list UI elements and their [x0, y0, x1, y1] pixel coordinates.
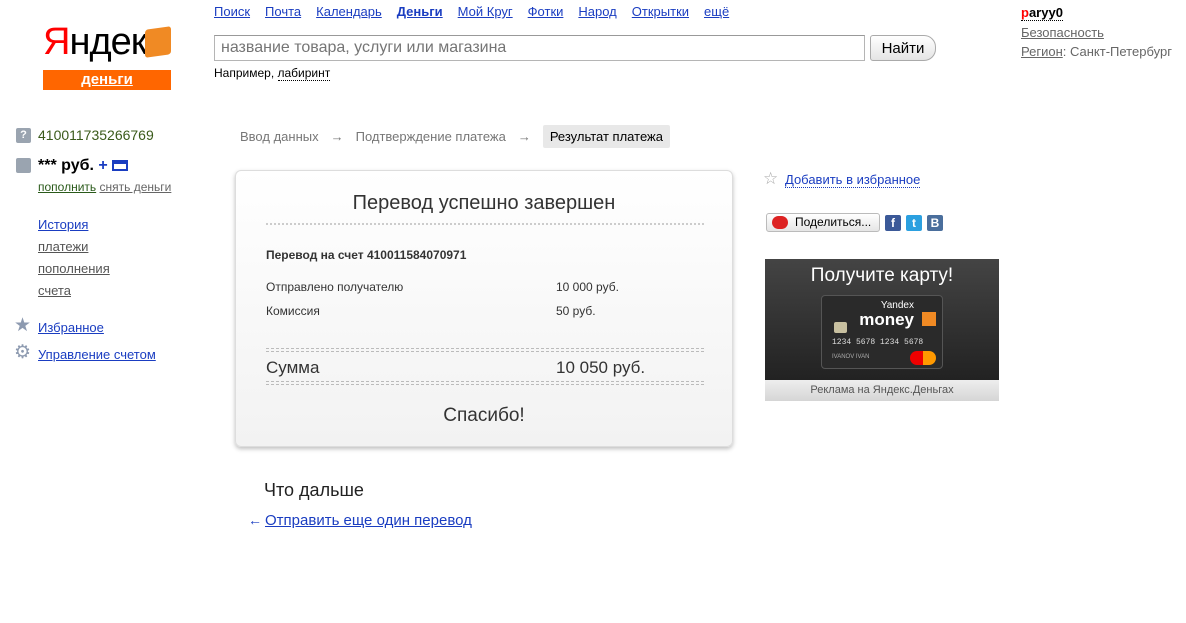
- nav-calendar[interactable]: Календарь: [316, 4, 382, 19]
- gear-icon: ⚙: [14, 342, 32, 363]
- nav-narod[interactable]: Народ: [578, 4, 616, 19]
- twitter-icon[interactable]: t: [906, 215, 922, 231]
- star-icon: ★: [14, 315, 32, 336]
- wallet-balance-icon: [16, 158, 31, 173]
- share-icon: [772, 216, 788, 229]
- share-label: Поделиться...: [795, 215, 872, 229]
- arrow-icon: →: [330, 129, 344, 144]
- arrow-icon: →: [517, 129, 531, 144]
- topup-link[interactable]: пополнить: [38, 180, 96, 194]
- to-account: Перевод на счет 410011584070971: [266, 248, 467, 262]
- money-link[interactable]: деньги: [43, 70, 171, 90]
- fee-value: 50 руб.: [556, 304, 596, 318]
- total-value: 10 050 руб.: [556, 358, 646, 377]
- chip-icon: [834, 322, 847, 333]
- star-outline-icon: ☆: [763, 169, 779, 188]
- card-holder: IVANOV IVAN: [832, 354, 870, 360]
- ad-banner[interactable]: Получите карту! Yandex money 1234 5678 1…: [765, 259, 999, 401]
- result-title: Перевод успешно завершен: [352, 192, 616, 214]
- username-link[interactable]: paryy0: [1021, 5, 1063, 21]
- divider: [266, 223, 704, 225]
- sidebar-item-favorites[interactable]: Избранное: [38, 320, 104, 335]
- sent-label: Отправлено получателю: [266, 280, 404, 294]
- step-confirm: Подтверждение платежа: [355, 129, 506, 144]
- help-icon[interactable]: ?: [16, 128, 31, 143]
- send-another-link[interactable]: Отправить еще один перевод: [265, 512, 472, 529]
- total-label: Сумма: [266, 358, 320, 377]
- search-input[interactable]: [214, 35, 865, 61]
- wallet-icon: [145, 26, 171, 58]
- nav-cards[interactable]: Открытки: [632, 4, 689, 19]
- step-result: Результат платежа: [542, 125, 670, 148]
- services-nav: Поиск Почта Календарь Деньги Мой Круг Фо…: [214, 4, 729, 19]
- find-button[interactable]: Найти: [870, 35, 936, 61]
- sidebar-item-payments[interactable]: платежи: [38, 239, 88, 254]
- fee-label: Комиссия: [266, 304, 320, 318]
- sent-value: 10 000 руб.: [556, 280, 619, 294]
- username-first: p: [1021, 5, 1029, 20]
- step-input: Ввод данных: [240, 129, 319, 144]
- add-funds-button[interactable]: +: [98, 157, 107, 174]
- balance-actions: пополнить снять деньги: [38, 180, 171, 194]
- card-number: 1234 5678 1234 5678: [832, 338, 924, 347]
- region-link[interactable]: Регион: [1021, 44, 1063, 59]
- nav-search[interactable]: Поиск: [214, 4, 250, 19]
- mastercard-icon: [910, 351, 936, 365]
- nav-moikrug[interactable]: Мой Круг: [458, 4, 513, 19]
- nav-mail[interactable]: Почта: [265, 4, 301, 19]
- wallet-icon: [922, 312, 936, 326]
- divider: [266, 381, 704, 385]
- share-button[interactable]: Поделиться...: [766, 213, 880, 232]
- balance: *** руб. +: [38, 157, 129, 175]
- region: Регион: Санкт-Петербург: [1021, 44, 1172, 59]
- card-image: Yandex money 1234 5678 1234 5678 IVANOV …: [821, 295, 943, 369]
- nav-more[interactable]: ещё: [704, 4, 729, 19]
- thanks: Спасибо!: [443, 405, 525, 426]
- security-link[interactable]: Безопасность: [1021, 25, 1104, 40]
- arrow-left-icon: ←: [248, 512, 262, 528]
- sidebar-item-manage[interactable]: Управление счетом: [38, 347, 156, 362]
- balance-value: *** руб.: [38, 157, 94, 174]
- card-brand-money: money: [859, 310, 914, 329]
- region-value: : Санкт-Петербург: [1062, 44, 1172, 59]
- ad-title: Получите карту!: [810, 265, 954, 286]
- search-example: Например, лабиринт: [214, 66, 331, 81]
- example-link[interactable]: лабиринт: [277, 66, 331, 81]
- sidebar-item-topups[interactable]: пополнения: [38, 261, 110, 276]
- nav-money[interactable]: Деньги: [397, 4, 443, 19]
- vk-icon[interactable]: B: [927, 215, 943, 231]
- sidebar-item-history[interactable]: История: [38, 217, 88, 232]
- ad-caption: Реклама на Яндекс.Деньгах: [765, 380, 999, 401]
- account-number: 410011735266769: [38, 127, 154, 143]
- add-favorite-link[interactable]: Добавить в избранное: [785, 172, 921, 188]
- divider: [266, 348, 704, 352]
- next-title: Что дальше: [264, 480, 364, 500]
- example-prefix: Например,: [214, 66, 275, 80]
- nav-fotki[interactable]: Фотки: [528, 4, 564, 19]
- breadcrumb: Ввод данных → Подтверждение платежа → Ре…: [240, 125, 670, 148]
- sidebar-item-accounts[interactable]: счета: [38, 283, 71, 298]
- facebook-icon[interactable]: f: [885, 215, 901, 231]
- result-card: Перевод успешно завершен Перевод на счет…: [235, 170, 733, 447]
- card-icon[interactable]: [112, 160, 129, 172]
- withdraw-link[interactable]: снять деньги: [100, 180, 172, 194]
- username-rest: aryy0: [1028, 5, 1063, 20]
